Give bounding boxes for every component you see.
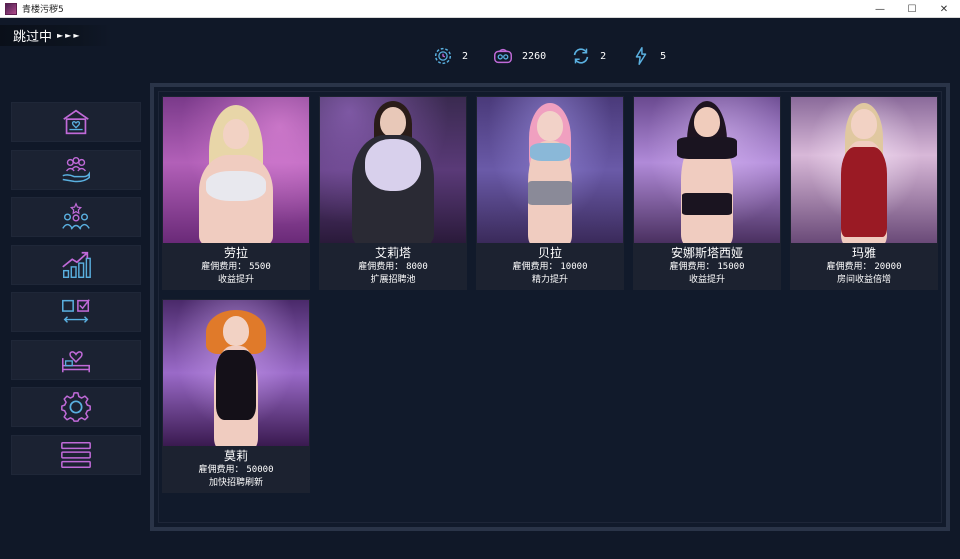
candidate-name: 玛雅 xyxy=(851,246,876,260)
candidate-portrait xyxy=(163,97,309,243)
candidate-cost: 雇佣费用： 8000 xyxy=(358,262,428,273)
cost-value: 8000 xyxy=(406,262,428,272)
candidate-card[interactable]: 安娜斯塔西娅 雇佣费用： 15000 收益提升 xyxy=(633,96,781,290)
candidate-cost: 雇佣费用： 15000 xyxy=(670,262,745,273)
cost-label: 雇佣费用： xyxy=(669,262,715,272)
candidate-name: 艾莉塔 xyxy=(374,246,411,260)
settings-gear-icon xyxy=(61,392,91,422)
clock-gear-icon xyxy=(434,47,452,65)
growth-chart-icon xyxy=(62,251,91,278)
sidebar-item-tasks[interactable] xyxy=(11,292,141,332)
candidate-card[interactable]: 莫莉 雇佣费用： 50000 加快招聘刷新 xyxy=(162,299,310,493)
window-controls: — ☐ ✕ xyxy=(864,0,960,18)
room-bed-icon xyxy=(62,350,90,372)
candidate-cost: 雇佣费用： 10000 xyxy=(513,262,588,273)
resource-energy-value: 5 xyxy=(660,50,667,62)
minimize-button[interactable]: — xyxy=(864,0,896,18)
candidate-name: 安娜斯塔西娅 xyxy=(670,246,743,260)
cost-label: 雇佣费用： xyxy=(201,262,247,272)
menu-list-icon xyxy=(61,441,91,468)
brothel-house-icon xyxy=(63,109,89,135)
candidate-card[interactable]: 艾莉塔 雇佣费用： 8000 扩展招聘池 xyxy=(319,96,467,290)
resource-money: 2260 xyxy=(492,45,546,67)
sidebar-item-upgrade[interactable] xyxy=(11,244,141,285)
sidebar-item-staff[interactable] xyxy=(11,197,141,237)
cost-value: 5500 xyxy=(249,262,271,272)
sidebar-item-menu[interactable] xyxy=(11,434,141,475)
sidebar-item-brothel[interactable] xyxy=(11,102,141,142)
candidate-card[interactable]: 玛雅 雇佣费用： 20000 房间收益倍增 xyxy=(790,96,938,290)
candidate-portrait xyxy=(320,97,466,243)
cost-label: 雇佣费用： xyxy=(358,262,404,272)
close-button[interactable]: ✕ xyxy=(928,0,960,18)
candidate-card[interactable]: 劳拉 雇佣费用： 5500 收益提升 xyxy=(162,96,310,290)
resource-refresh: 2 xyxy=(570,45,606,67)
candidate-name: 莫莉 xyxy=(223,449,248,463)
sidebar xyxy=(11,102,141,482)
candidate-portrait xyxy=(634,97,780,243)
recruit-panel: 劳拉 雇佣费用： 5500 收益提升 艾莉塔 雇佣费用： 8000 扩展招聘池 xyxy=(150,83,950,531)
maximize-button[interactable]: ☐ xyxy=(896,0,928,18)
window-titlebar: 青楼污秽5 — ☐ ✕ xyxy=(0,0,960,18)
cost-value: 15000 xyxy=(717,262,745,272)
candidate-portrait xyxy=(163,300,309,446)
cost-value: 50000 xyxy=(246,465,274,475)
cost-label: 雇佣费用： xyxy=(512,262,558,272)
skip-button[interactable]: 跳过中 ►►► xyxy=(0,25,112,46)
sidebar-item-settings[interactable] xyxy=(11,387,141,427)
candidate-card[interactable]: 贝拉 雇佣费用： 10000 精力提升 xyxy=(476,96,624,290)
candidate-skill: 收益提升 xyxy=(688,275,725,285)
refresh-icon xyxy=(573,48,589,64)
skip-label: 跳过中 xyxy=(13,30,53,45)
candidate-cost: 雇佣费用： 20000 xyxy=(827,262,902,273)
resource-refresh-value: 2 xyxy=(600,50,607,62)
candidate-skill: 加快招聘刷新 xyxy=(208,478,263,488)
candidate-skill: 收益提升 xyxy=(217,275,254,285)
cost-value: 10000 xyxy=(560,262,588,272)
candidate-cost: 雇佣费用： 50000 xyxy=(199,465,274,476)
resource-energy: 5 xyxy=(630,45,666,67)
candidate-skill: 精力提升 xyxy=(531,275,568,285)
cost-label: 雇佣费用： xyxy=(826,262,872,272)
candidate-name: 劳拉 xyxy=(223,246,248,260)
resource-day-value: 2 xyxy=(462,50,469,62)
candidate-portrait xyxy=(791,97,937,243)
candidate-cost: 雇佣费用： 5500 xyxy=(201,262,271,273)
candidate-grid: 劳拉 雇佣费用： 5500 收益提升 艾莉塔 雇佣费用： 8000 扩展招聘池 xyxy=(162,96,942,502)
candidate-skill: 扩展招聘池 xyxy=(370,275,416,285)
hire-hand-icon xyxy=(62,156,90,182)
coin-purse-icon xyxy=(494,48,513,64)
cost-label: 雇佣费用： xyxy=(198,465,244,475)
app-icon xyxy=(5,2,17,15)
window-title: 青楼污秽5 xyxy=(22,5,64,15)
staff-group-icon xyxy=(62,202,90,230)
fast-forward-icon: ►►► xyxy=(57,31,82,40)
resource-money-value: 2260 xyxy=(522,50,547,62)
resource-bar: 2 2260 2 5 xyxy=(432,44,690,68)
resource-day: 2 xyxy=(432,45,468,67)
swap-checklist-icon xyxy=(62,299,90,323)
cost-value: 20000 xyxy=(874,262,902,272)
candidate-name: 贝拉 xyxy=(537,246,562,260)
sidebar-item-hire[interactable] xyxy=(11,149,141,190)
sidebar-item-rooms[interactable] xyxy=(11,339,141,380)
lightning-icon xyxy=(635,47,647,65)
candidate-portrait xyxy=(477,97,623,243)
candidate-skill: 房间收益倍增 xyxy=(836,275,891,285)
